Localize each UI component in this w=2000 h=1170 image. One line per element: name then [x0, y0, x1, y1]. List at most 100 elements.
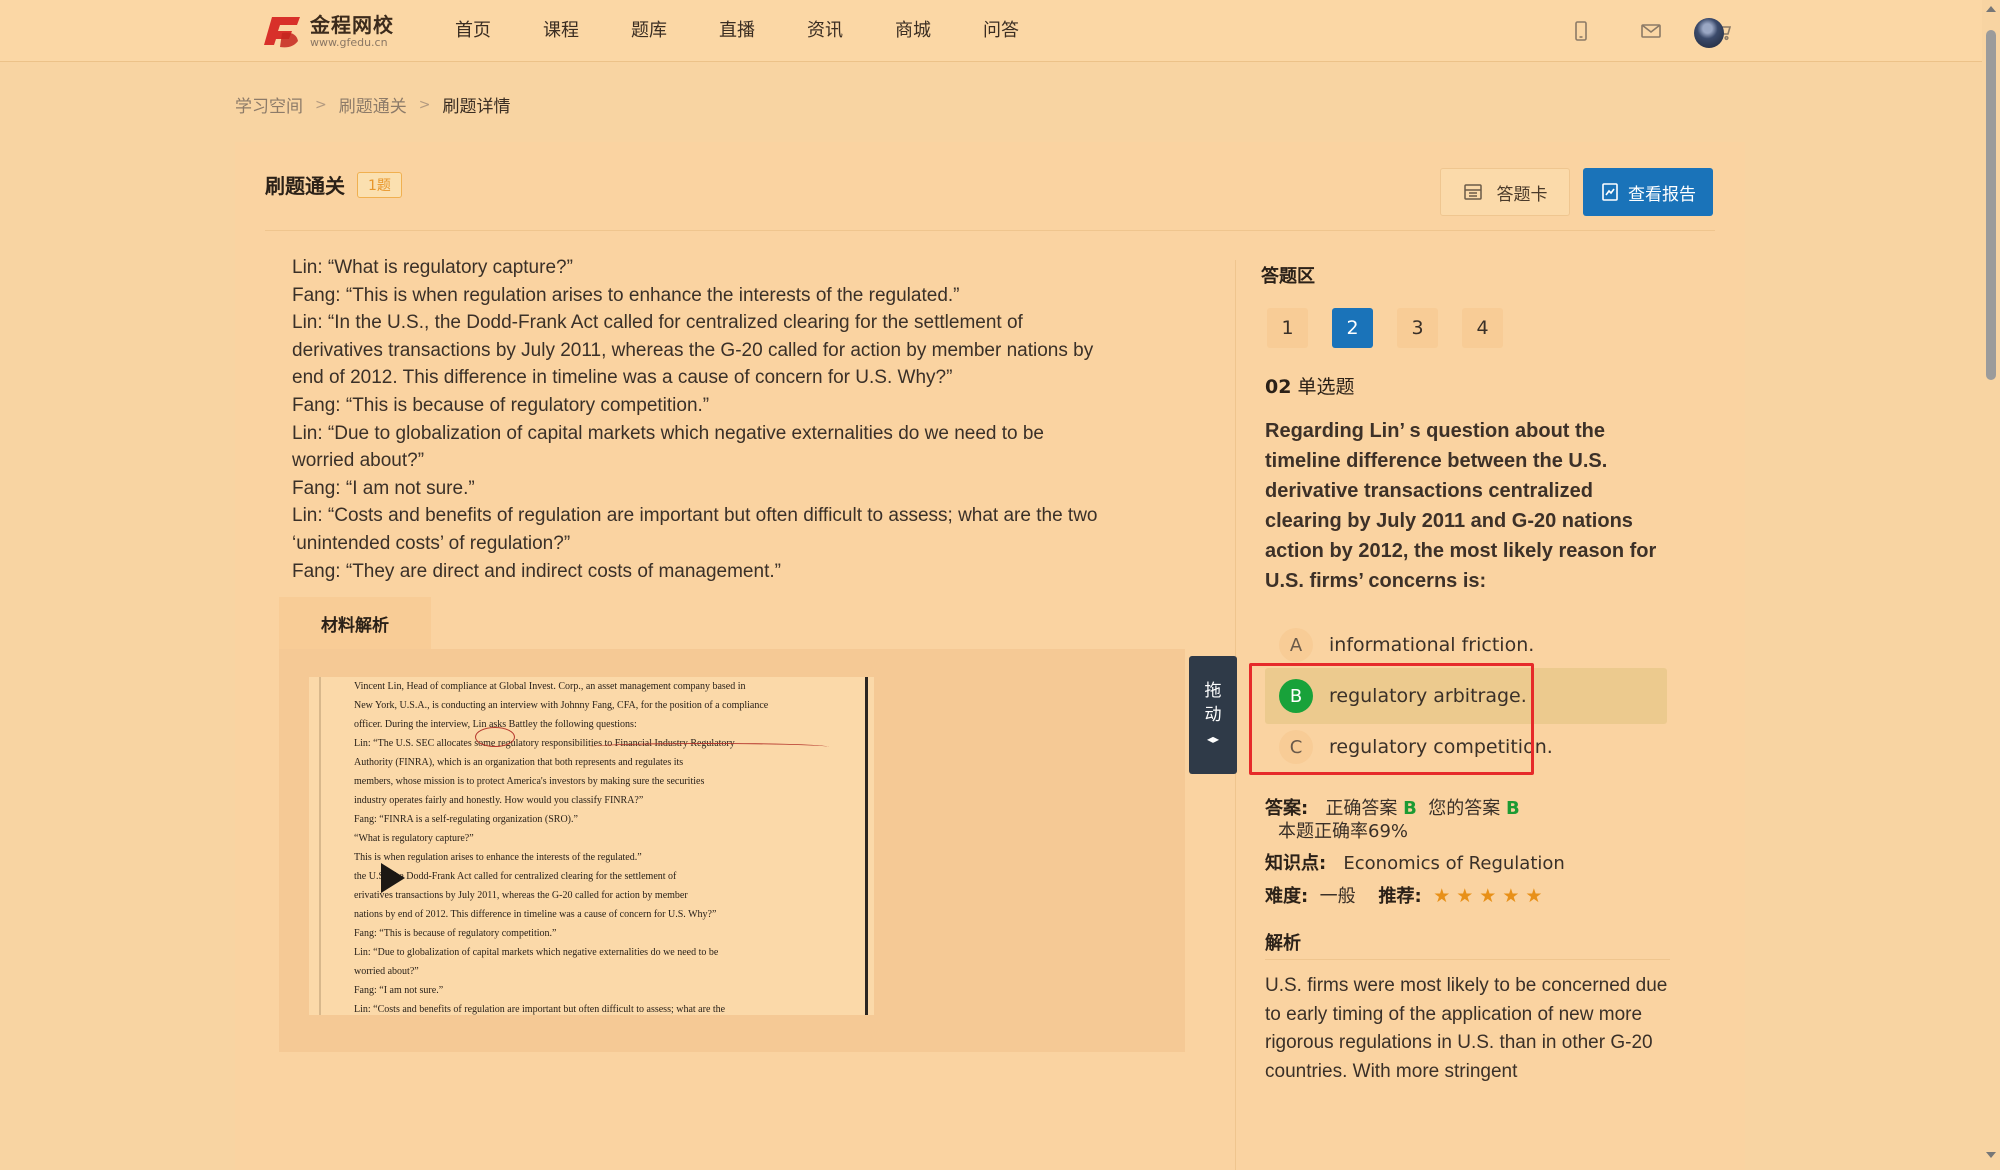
- scroll-up-arrow-icon[interactable]: [1986, 6, 1996, 12]
- top-navbar: 金程网校 www.gfedu.cn 首页 课程 题库 直播 资讯 商城 问答: [0, 0, 2000, 62]
- page-scrollbar[interactable]: [1982, 0, 2000, 1170]
- doc-line: Lin: “Costs and benefits of regulation a…: [354, 1004, 726, 1015]
- breadcrumb-study-space[interactable]: 学习空间: [235, 92, 303, 117]
- tab-material-analysis[interactable]: 材料解析: [279, 597, 431, 649]
- difficulty-label: 难度:: [1265, 886, 1309, 907]
- question-stem: Regarding Lin’ s question about the time…: [1265, 420, 1657, 592]
- question-count-badge: 1题: [357, 171, 402, 198]
- user-avatar[interactable]: [1694, 18, 1724, 48]
- passage-line: Lin: “In the U.S., the Dodd-Frank Act ca…: [292, 312, 1023, 334]
- your-answer-label: 您的答案: [1428, 798, 1501, 819]
- recommend-stars: ★★★★★: [1433, 885, 1548, 907]
- doc-line: Authority (FINRA), which is an organizat…: [354, 757, 684, 768]
- annotation-highlight-box: [1249, 663, 1534, 775]
- logo-url: www.gfedu.cn: [310, 35, 388, 49]
- passage-line: Lin: “Costs and benefits of regulation a…: [292, 505, 1098, 527]
- knowledge-value: Economics of Regulation: [1343, 853, 1565, 874]
- correct-answer-value: B: [1403, 798, 1417, 819]
- analysis-divider: [1265, 959, 1670, 960]
- view-report-label: 查看报告: [1628, 184, 1696, 205]
- your-answer-value: B: [1506, 798, 1520, 819]
- doc-line: Fang: “This is because of regulatory com…: [354, 928, 557, 939]
- question-number-1[interactable]: 1: [1267, 308, 1308, 348]
- drag-arrows-icon: ◂▸: [1206, 732, 1220, 746]
- play-icon[interactable]: [381, 863, 405, 893]
- passage-line: ‘unintended costs’ of regulation?”: [292, 532, 571, 554]
- handwritten-underline-mark: [589, 743, 829, 751]
- material-analysis: 材料解析 Vincent Lin, Head of compliance at …: [279, 597, 1185, 1052]
- site-logo[interactable]: 金程网校 www.gfedu.cn: [258, 11, 394, 51]
- star-icon: ★: [1525, 885, 1549, 907]
- question-type-label: 单选题: [1297, 376, 1355, 398]
- passage-line: worried about?”: [292, 450, 425, 472]
- page-title: 刷题通关: [265, 174, 345, 198]
- question-number-list: 1 2 3 4: [1267, 308, 1527, 348]
- question-number-3[interactable]: 3: [1397, 308, 1438, 348]
- drag-handle[interactable]: 拖 动 ◂▸: [1189, 656, 1237, 774]
- breadcrumb-separator-icon: >: [418, 96, 431, 113]
- analysis-text: U.S. firms were most likely to be concer…: [1265, 975, 1668, 1082]
- passage-line: derivatives transactions by July 2011, w…: [292, 339, 1094, 361]
- card-header: 刷题通关 1题: [265, 170, 402, 199]
- question-index: 02: [1265, 376, 1292, 398]
- nav-home[interactable]: 首页: [455, 0, 491, 62]
- option-letter: A: [1279, 628, 1313, 662]
- nav-qa[interactable]: 问答: [983, 0, 1019, 62]
- nav-question-bank[interactable]: 题库: [631, 0, 667, 62]
- drag-label-1: 拖: [1204, 681, 1222, 701]
- mail-icon[interactable]: [1640, 20, 1662, 42]
- question-type: 02 单选题: [1265, 372, 1355, 399]
- star-icon: ★: [1502, 885, 1526, 907]
- recommend-label: 推荐:: [1378, 886, 1422, 907]
- knowledge-row: 知识点: Economics of Regulation: [1265, 849, 1565, 875]
- star-icon: ★: [1456, 885, 1480, 907]
- doc-line: worried about?”: [354, 966, 419, 977]
- practice-card: 刷题通关 1题 答题卡 查看报告 Lin: “What is regulator…: [235, 142, 1745, 1170]
- doc-line: Vincent Lin, Head of compliance at Globa…: [354, 681, 746, 692]
- nav-store[interactable]: 商城: [895, 0, 931, 62]
- drag-label-2: 动: [1204, 705, 1222, 725]
- answer-card-label: 答题卡: [1496, 184, 1548, 205]
- passage-line: end of 2012. This difference in timeline…: [292, 367, 953, 389]
- logo-mark-icon: [264, 17, 300, 48]
- doc-line: New York, U.S.A., is conducting an inter…: [354, 700, 769, 711]
- doc-line: industry operates fairly and honestly. H…: [354, 795, 644, 806]
- nav-courses[interactable]: 课程: [543, 0, 579, 62]
- passage-line: Lin: “Due to globalization of capital ma…: [292, 422, 1044, 444]
- nav-news[interactable]: 资讯: [807, 0, 843, 62]
- passage-line: Fang: “This is because of regulatory com…: [292, 394, 710, 416]
- accuracy-rate: 本题正确率69%: [1278, 821, 1409, 842]
- header-divider: [265, 230, 1715, 231]
- correct-answer-label: 正确答案: [1325, 798, 1398, 819]
- mobile-icon[interactable]: [1570, 20, 1592, 42]
- scroll-thumb[interactable]: [1986, 30, 1996, 380]
- doc-line: Fang: “I am not sure.”: [354, 985, 444, 996]
- doc-line: officer. During the interview, Lin asks …: [354, 719, 637, 730]
- reading-passage: Lin: “What is regulatory capture?” Fang:…: [292, 254, 1192, 585]
- report-icon: [1602, 183, 1618, 201]
- nav-live[interactable]: 直播: [719, 0, 755, 62]
- material-video-frame[interactable]: Vincent Lin, Head of compliance at Globa…: [309, 677, 874, 1015]
- main-nav: 首页 课程 题库 直播 资讯 商城 问答: [455, 0, 1071, 62]
- option-text: informational friction.: [1329, 634, 1535, 656]
- passage-line: Fang: “This is when regulation arises to…: [292, 284, 960, 306]
- breadcrumb-practice[interactable]: 刷题通关: [339, 92, 407, 117]
- view-report-button[interactable]: 查看报告: [1583, 168, 1713, 216]
- breadcrumb-separator-icon: >: [315, 96, 327, 113]
- passage-line: Fang: “I am not sure.”: [292, 477, 475, 499]
- answer-area-title: 答题区: [1261, 266, 1315, 287]
- doc-line: erivatives transactions by July 2011, wh…: [354, 890, 688, 901]
- difficulty-value: 一般: [1319, 886, 1356, 907]
- knowledge-label: 知识点:: [1265, 853, 1327, 874]
- doc-line: This is when regulation arises to enhanc…: [354, 852, 642, 863]
- handwritten-circle-mark: [475, 727, 515, 747]
- passage-line: Fang: “They are direct and indirect cost…: [292, 560, 781, 582]
- question-number-4[interactable]: 4: [1462, 308, 1503, 348]
- doc-line: the U.S., the Dodd-Frank Act called for …: [354, 871, 677, 882]
- breadcrumb: 学习空间 > 刷题通关 > 刷题详情: [235, 92, 510, 118]
- question-number-2[interactable]: 2: [1332, 308, 1373, 348]
- scroll-down-arrow-icon[interactable]: [1986, 1152, 1996, 1158]
- doc-line: members, whose mission is to protect Ame…: [354, 776, 705, 787]
- doc-line: Lin: “Due to globalization of capital ma…: [354, 947, 719, 958]
- answer-card-button[interactable]: 答题卡: [1440, 168, 1570, 216]
